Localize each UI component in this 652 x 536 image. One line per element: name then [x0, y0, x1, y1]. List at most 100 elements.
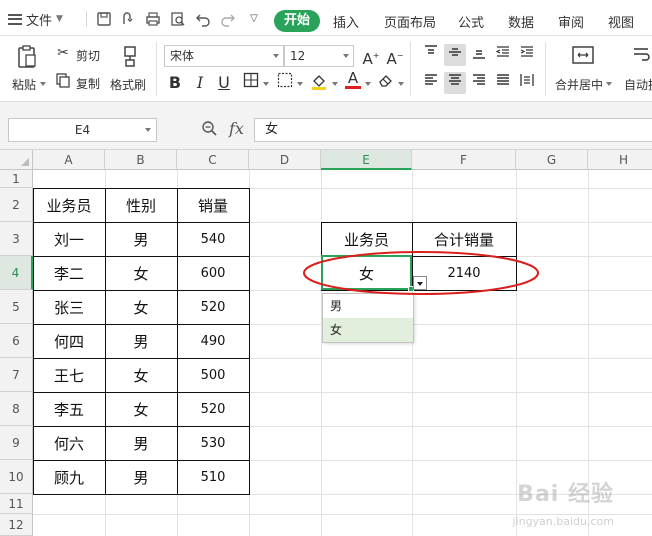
wrap-text-button[interactable]: 自动换 [624, 76, 652, 93]
table-cell[interactable]: 510 [177, 460, 249, 494]
table-cell[interactable]: 顾九 [33, 460, 105, 494]
insert-function-button[interactable]: fx [229, 119, 244, 138]
table-cell[interactable]: 男 [105, 460, 177, 494]
wrap-text-icon[interactable] [630, 44, 652, 70]
column-header-e[interactable]: E [321, 150, 412, 170]
spreadsheet-grid[interactable]: A B C D E F G H 1 2 3 4 5 6 7 8 9 10 11 … [0, 150, 652, 536]
decrease-indent-icon[interactable] [492, 44, 514, 66]
table-cell[interactable]: 男 [105, 222, 177, 256]
redo-icon[interactable] [220, 11, 236, 27]
table-cell[interactable]: 500 [177, 358, 249, 392]
align-top-icon[interactable] [420, 44, 442, 66]
fill-color-icon[interactable] [308, 72, 330, 94]
tab-home[interactable]: 开始 [274, 10, 321, 32]
column-header-f[interactable]: F [412, 150, 516, 170]
align-left-icon[interactable] [420, 72, 442, 94]
table-header-salesperson[interactable]: 业务员 [33, 188, 105, 222]
row-header-7[interactable]: 7 [0, 358, 33, 392]
tab-formulas[interactable]: 公式 [458, 12, 484, 31]
row-header-12[interactable]: 12 [0, 514, 33, 536]
increase-indent-icon[interactable] [516, 44, 538, 66]
row-header-9[interactable]: 9 [0, 426, 33, 460]
cell-style-icon[interactable] [274, 72, 296, 94]
decrease-font-icon[interactable]: A− [384, 45, 406, 68]
row-header-10[interactable]: 10 [0, 460, 33, 494]
chevron-down-icon[interactable] [398, 82, 404, 86]
column-header-h[interactable]: H [588, 150, 652, 170]
column-header-d[interactable]: D [249, 150, 321, 170]
table-cell[interactable]: 520 [177, 392, 249, 426]
table-cell[interactable]: 男 [105, 426, 177, 460]
row-header-2[interactable]: 2 [0, 188, 33, 222]
chevron-down-icon[interactable] [40, 82, 46, 86]
row-header-5[interactable]: 5 [0, 290, 33, 324]
table-cell[interactable]: 490 [177, 324, 249, 358]
table-header-sales[interactable]: 销量 [177, 188, 249, 222]
column-header-c[interactable]: C [177, 150, 249, 170]
underline-icon[interactable]: U [213, 72, 235, 94]
align-center-icon[interactable] [444, 72, 466, 94]
border-icon[interactable] [240, 72, 262, 94]
align-bottom-icon[interactable] [468, 44, 490, 66]
save-icon[interactable] [96, 11, 112, 27]
table-cell[interactable]: 520 [177, 290, 249, 324]
font-name-select[interactable]: 宋体 [164, 45, 284, 67]
italic-icon[interactable]: I [189, 72, 211, 94]
copy-button[interactable]: 复制 [76, 75, 100, 92]
align-right-icon[interactable] [468, 72, 490, 94]
chevron-down-icon[interactable] [332, 82, 338, 86]
table-cell[interactable]: 张三 [33, 290, 105, 324]
paste-button[interactable]: 粘贴 [12, 76, 36, 93]
table-cell[interactable]: 540 [177, 222, 249, 256]
column-header-b[interactable]: B [105, 150, 177, 170]
print-preview-icon[interactable] [170, 11, 186, 27]
row-header-8[interactable]: 8 [0, 392, 33, 426]
select-all-corner[interactable] [0, 150, 33, 170]
font-size-select[interactable]: 12 [284, 45, 354, 67]
font-color-icon[interactable]: A [342, 70, 364, 92]
quick-access-dropdown-icon[interactable]: ▽ [246, 11, 262, 27]
column-header-g[interactable]: G [516, 150, 588, 170]
table-cell[interactable]: 女 [105, 392, 177, 426]
zoom-icon[interactable] [201, 120, 217, 140]
tab-data[interactable]: 数据 [508, 12, 534, 31]
table-cell[interactable]: 何六 [33, 426, 105, 460]
cut-button[interactable]: 剪切 [76, 47, 100, 64]
scissors-icon[interactable]: ✂ [54, 44, 72, 62]
table-cell[interactable]: 王七 [33, 358, 105, 392]
align-middle-icon[interactable] [444, 44, 466, 66]
row-header-4[interactable]: 4 [0, 256, 33, 290]
table-cell[interactable]: 女 [105, 290, 177, 324]
table-header-gender[interactable]: 性别 [105, 188, 177, 222]
chevron-down-icon[interactable] [606, 82, 612, 86]
table-cell[interactable]: 女 [105, 358, 177, 392]
file-menu[interactable]: 文件 ▼ [8, 9, 63, 29]
format-painter-button[interactable]: 格式刷 [110, 76, 146, 93]
undo-icon[interactable] [195, 11, 211, 27]
name-box[interactable]: E4 [8, 118, 157, 142]
table-cell[interactable]: 李二 [33, 256, 105, 290]
row-header-1[interactable]: 1 [0, 170, 33, 188]
column-header-a[interactable]: A [33, 150, 105, 170]
chevron-down-icon[interactable] [365, 82, 371, 86]
eraser-icon[interactable] [375, 72, 397, 94]
increase-font-icon[interactable]: A+ [360, 45, 382, 68]
table-cell[interactable]: 男 [105, 324, 177, 358]
format-painter-icon[interactable] [117, 44, 143, 70]
table-cell[interactable]: 600 [177, 256, 249, 290]
table-cell[interactable]: 刘一 [33, 222, 105, 256]
print-icon[interactable] [145, 11, 161, 27]
copy-icon[interactable] [54, 72, 72, 90]
tab-insert[interactable]: 插入 [333, 12, 359, 31]
table-cell[interactable]: 女 [105, 256, 177, 290]
row-header-11[interactable]: 11 [0, 494, 33, 514]
justify-icon[interactable] [492, 72, 514, 94]
chevron-down-icon[interactable] [297, 82, 303, 86]
formula-input[interactable]: 女 [254, 118, 652, 142]
merge-center-icon[interactable] [570, 44, 596, 70]
export-icon[interactable] [120, 11, 136, 27]
table-cell[interactable]: 530 [177, 426, 249, 460]
merge-center-button[interactable]: 合并居中 [555, 76, 603, 93]
row-header-6[interactable]: 6 [0, 324, 33, 358]
bold-icon[interactable]: B [164, 72, 186, 94]
